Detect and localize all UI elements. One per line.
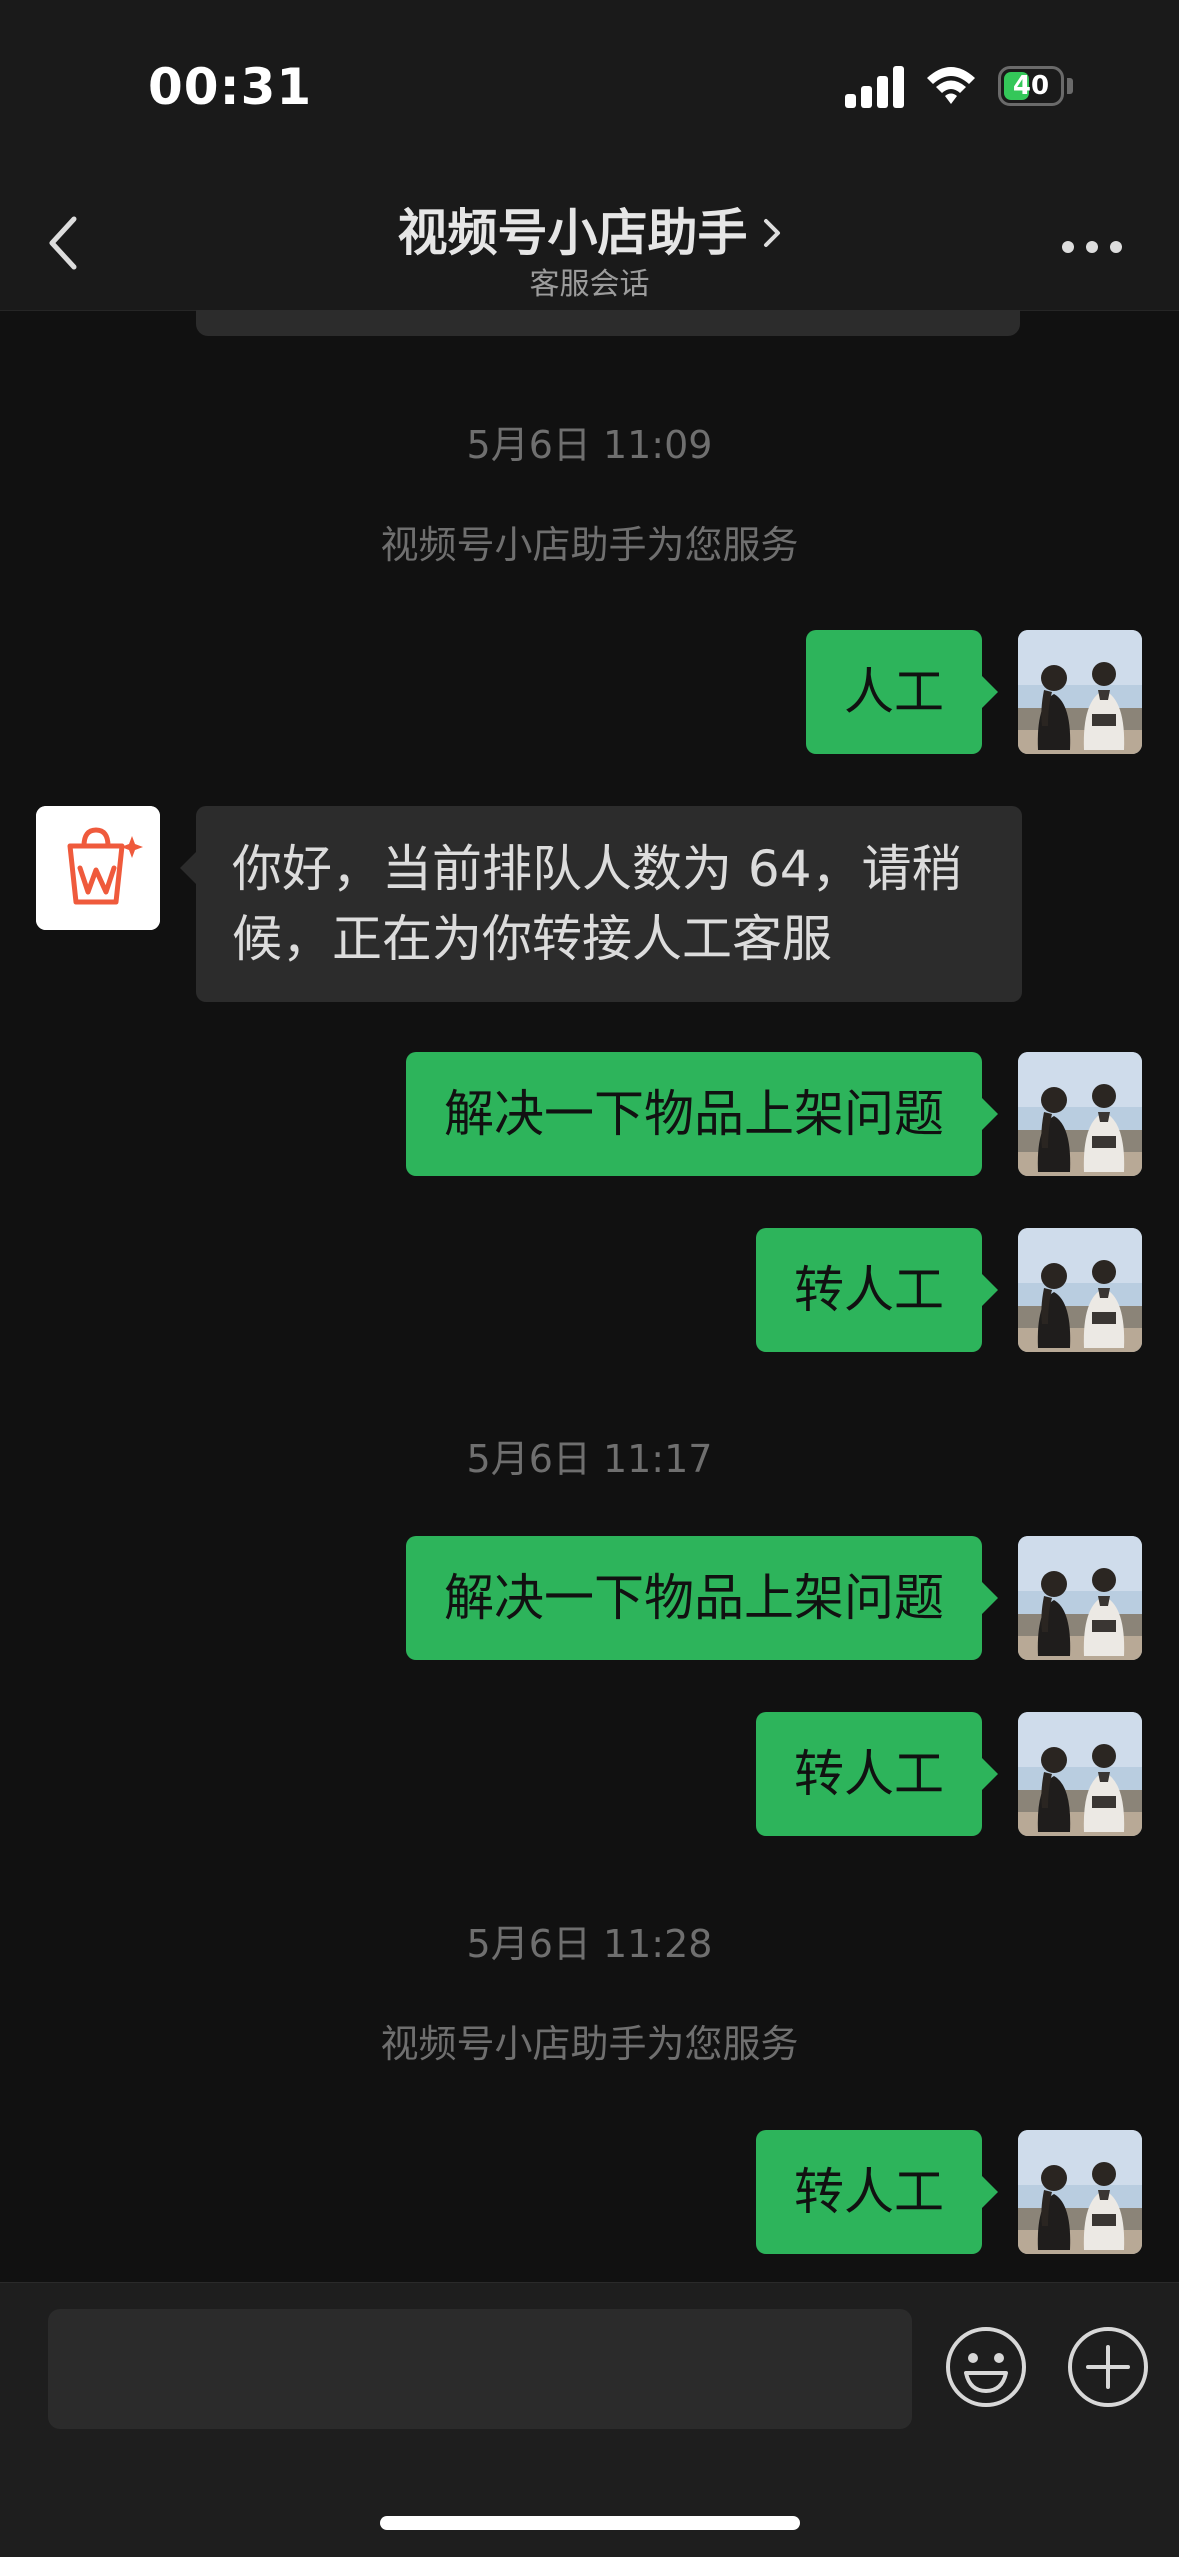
- user-avatar[interactable]: [1018, 2130, 1142, 2254]
- timestamp: 5月6日 11:09: [466, 423, 713, 467]
- user-avatar[interactable]: [1018, 630, 1142, 754]
- user-avatar[interactable]: [1018, 1052, 1142, 1176]
- cellular-signal-icon: [845, 64, 905, 108]
- wifi-icon: [927, 67, 975, 104]
- user-avatar[interactable]: [1018, 1228, 1142, 1352]
- user-avatar[interactable]: [1018, 1712, 1142, 1836]
- received-message-bubble[interactable]: 你好，当前排队人数为 64，请稍候，正在为你转接人工客服: [180, 806, 1022, 1002]
- user-avatar[interactable]: [1018, 1536, 1142, 1660]
- battery-icon: 40: [998, 66, 1064, 106]
- plus-circle-icon[interactable]: [1066, 2325, 1150, 2409]
- more-options-button[interactable]: [1060, 237, 1124, 257]
- shop-assistant-logo-icon[interactable]: [36, 806, 160, 930]
- sent-message-bubble[interactable]: 转人工: [756, 1712, 998, 1836]
- chat-subtitle: 客服会话: [529, 267, 650, 302]
- system-message: 视频号小店助手为您服务: [380, 2022, 799, 2066]
- sent-message-bubble[interactable]: 转人工: [756, 2130, 998, 2254]
- chat-title-text: 视频号小店助手: [397, 204, 748, 262]
- sent-message-bubble[interactable]: 人工: [806, 630, 998, 754]
- message-input[interactable]: [48, 2309, 912, 2429]
- status-bar: 00:31 40: [0, 0, 1179, 175]
- home-indicator[interactable]: [380, 2516, 800, 2530]
- chevron-right-icon: [763, 219, 780, 247]
- system-message: 视频号小店助手为您服务: [380, 523, 799, 567]
- chat-title[interactable]: 视频号小店助手: [0, 193, 1179, 265]
- battery-level: 40: [1012, 71, 1050, 101]
- timestamp: 5月6日 11:17: [466, 1437, 713, 1481]
- emoji-icon[interactable]: [944, 2325, 1028, 2409]
- status-time: 00:31: [148, 58, 313, 116]
- timestamp: 5月6日 11:28: [466, 1922, 713, 1966]
- sent-message-bubble[interactable]: 解决一下物品上架问题: [406, 1536, 998, 1660]
- battery-tip: [1067, 78, 1073, 94]
- previous-message-bubble: [196, 310, 1020, 336]
- chat-header: 视频号小店助手 客服会话: [0, 175, 1179, 311]
- sent-message-bubble[interactable]: 转人工: [756, 1228, 998, 1352]
- sent-message-bubble[interactable]: 解决一下物品上架问题: [406, 1052, 998, 1176]
